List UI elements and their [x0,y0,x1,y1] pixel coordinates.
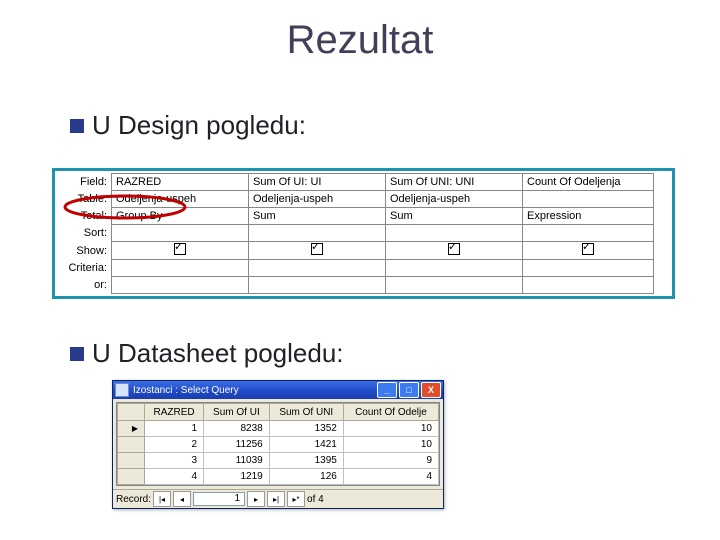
sort-cell[interactable] [112,225,249,242]
col-header[interactable]: RAZRED [145,404,204,421]
show-cell[interactable] [112,242,249,260]
nav-first-button[interactable]: |◂ [153,491,171,507]
nav-last-button[interactable]: ▸| [267,491,285,507]
record-of-label: of 4 [307,494,324,505]
table-cell[interactable]: Odeljenja-uspeh [386,191,523,208]
row-selector[interactable] [118,421,145,437]
maximize-button[interactable]: □ [399,382,419,398]
cell[interactable]: 1219 [204,469,270,485]
field-cell[interactable]: Sum Of UNI: UNI [386,174,523,191]
or-cell[interactable] [249,277,386,294]
criteria-cell[interactable] [523,260,654,277]
table-cell[interactable] [523,191,654,208]
slide: Rezultat U Design pogledu: Field: RAZRED… [0,0,720,540]
row-label: Criteria: [57,260,112,277]
sort-cell[interactable] [249,225,386,242]
record-label: Record: [116,494,151,505]
bullet-icon [70,119,84,133]
sort-cell[interactable] [523,225,654,242]
col-header[interactable]: Sum Of UI [204,404,270,421]
cell[interactable]: 1421 [269,437,343,453]
total-cell[interactable]: Group By [112,208,249,225]
row-selector[interactable] [118,453,145,469]
minimize-button[interactable]: _ [377,382,397,398]
cell[interactable]: 4 [343,469,438,485]
total-cell[interactable]: Sum [249,208,386,225]
total-cell[interactable]: Expression [523,208,654,225]
col-header[interactable]: Count Of Odelje [343,404,438,421]
cell[interactable]: 1395 [269,453,343,469]
nav-prev-button[interactable]: ◂ [173,491,191,507]
table-row: 4 1219 126 4 [118,469,439,485]
row-label: Total: [57,208,112,225]
cell[interactable]: 2 [145,437,204,453]
window-title: Izostanci : Select Query [133,385,239,396]
field-cell[interactable]: RAZRED [112,174,249,191]
checkbox-icon[interactable] [582,243,594,255]
bullet-datasheet: U Datasheet pogledu: [70,338,344,369]
titlebar[interactable]: Izostanci : Select Query _ □ X [113,381,443,399]
sort-cell[interactable] [386,225,523,242]
criteria-cell[interactable] [386,260,523,277]
query-icon [115,383,129,397]
table-row: 2 11256 1421 10 [118,437,439,453]
datasheet-window: Izostanci : Select Query _ □ X RAZRED Su… [112,380,444,509]
table-row: 3 11039 1395 9 [118,453,439,469]
criteria-cell[interactable] [249,260,386,277]
datasheet-grid: RAZRED Sum Of UI Sum Of UNI Count Of Ode… [116,402,440,486]
nav-next-button[interactable]: ▸ [247,491,265,507]
cell[interactable]: 11256 [204,437,270,453]
query-design-grid: Field: RAZRED Sum Of UI: UI Sum Of UNI: … [52,168,675,299]
checkbox-icon[interactable] [448,243,460,255]
checkbox-icon[interactable] [311,243,323,255]
row-label: Table: [57,191,112,208]
col-header[interactable]: Sum Of UNI [269,404,343,421]
row-selector[interactable] [118,437,145,453]
bullet-design: U Design pogledu: [70,110,306,141]
cell[interactable]: 10 [343,437,438,453]
cell[interactable]: 9 [343,453,438,469]
show-cell[interactable] [523,242,654,260]
field-cell[interactable]: Sum Of UI: UI [249,174,386,191]
row-label: Field: [57,174,112,191]
nav-new-button[interactable]: ▸* [287,491,305,507]
checkbox-icon[interactable] [174,243,186,255]
bullet-text: U Design pogledu: [92,110,306,141]
or-cell[interactable] [386,277,523,294]
cell[interactable]: 126 [269,469,343,485]
bullet-text: U Datasheet pogledu: [92,338,344,369]
show-cell[interactable] [386,242,523,260]
cell[interactable]: 3 [145,453,204,469]
table-row: 1 8238 1352 10 [118,421,439,437]
cell[interactable]: 4 [145,469,204,485]
row-selector[interactable] [118,469,145,485]
row-label: Show: [57,242,112,260]
total-cell[interactable]: Sum [386,208,523,225]
criteria-cell[interactable] [112,260,249,277]
record-navigator: Record: |◂ ◂ 1 ▸ ▸| ▸* of 4 [113,489,443,508]
row-label: or: [57,277,112,294]
design-table: Field: RAZRED Sum Of UI: UI Sum Of UNI: … [57,173,654,294]
table-cell[interactable]: Odeljenja-uspeh [112,191,249,208]
row-selector-header[interactable] [118,404,145,421]
close-button[interactable]: X [421,382,441,398]
or-cell[interactable] [112,277,249,294]
field-cell[interactable]: Count Of Odeljenja [523,174,654,191]
cell[interactable]: 10 [343,421,438,437]
row-label: Sort: [57,225,112,242]
cell[interactable]: 1 [145,421,204,437]
record-number-input[interactable]: 1 [193,492,245,506]
cell[interactable]: 1352 [269,421,343,437]
cell[interactable]: 11039 [204,453,270,469]
cell[interactable]: 8238 [204,421,270,437]
show-cell[interactable] [249,242,386,260]
page-title: Rezultat [0,18,720,63]
bullet-icon [70,347,84,361]
table-cell[interactable]: Odeljenja-uspeh [249,191,386,208]
or-cell[interactable] [523,277,654,294]
